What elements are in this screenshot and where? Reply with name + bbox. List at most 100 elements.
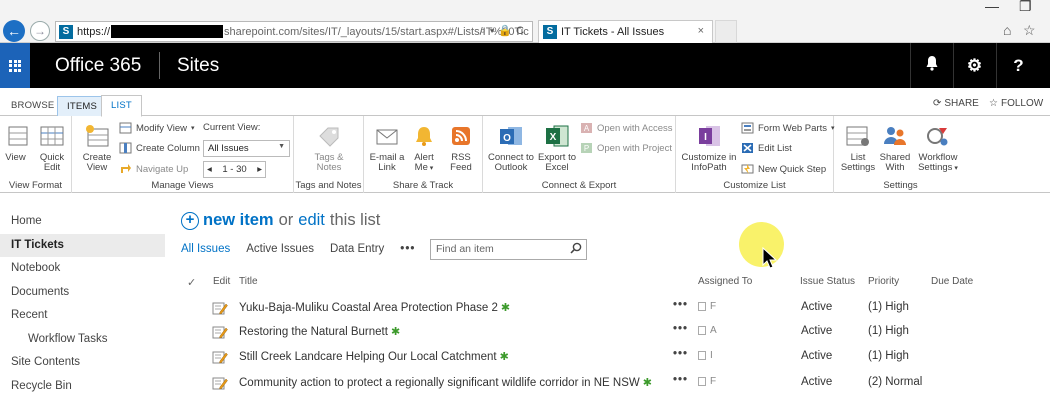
column-priority[interactable]: Priority: [868, 276, 899, 287]
edit-item-icon[interactable]: [212, 350, 228, 364]
home-icon[interactable]: ⌂: [1003, 22, 1011, 38]
column-title[interactable]: Title: [239, 276, 258, 287]
column-assigned-to[interactable]: Assigned To: [698, 276, 752, 287]
or-text: or: [278, 211, 294, 229]
open-with-project-button[interactable]: P Open with Project: [580, 142, 672, 154]
quick-edit-button[interactable]: Quick Edit: [36, 122, 68, 173]
connect-to-outlook-button[interactable]: O Connect to Outlook: [486, 122, 536, 173]
alert-me-button[interactable]: Alert Me ▾: [409, 122, 439, 174]
edit-item-icon[interactable]: [212, 376, 228, 390]
nav-item-notebook[interactable]: Notebook: [0, 257, 165, 281]
nav-item-recent[interactable]: Recent: [0, 304, 165, 328]
view-button[interactable]: View: [3, 122, 28, 163]
notification-bell-icon[interactable]: [910, 43, 952, 88]
modify-view-button[interactable]: Modify View ▾: [119, 122, 195, 134]
address-bar[interactable]: S https:// sharepoint.com/sites/IT/_layo…: [55, 21, 533, 42]
nav-item-home[interactable]: Home: [0, 210, 165, 234]
rss-feed-button[interactable]: RSS Feed: [446, 122, 476, 173]
item-title-link[interactable]: Yuku-Baja-Muliku Coastal Area Protection…: [239, 301, 510, 314]
tags-notes-label-2: Notes: [316, 162, 342, 173]
nav-item-recycle-bin[interactable]: Recycle Bin: [0, 375, 165, 395]
settings-gear-icon[interactable]: ⚙: [953, 43, 995, 88]
table-row[interactable]: Restoring the Natural Burnett ✱ ••• A Act…: [181, 322, 1041, 344]
tab-items[interactable]: ITEMS: [57, 96, 108, 116]
tags-notes-button[interactable]: Tags & Notes: [308, 122, 350, 173]
navigate-up-button[interactable]: Navigate Up: [119, 163, 188, 175]
current-view-dropdown[interactable]: All Issues ▼: [203, 140, 290, 157]
sites-link[interactable]: Sites: [177, 55, 219, 77]
assignee-presence-icon: [698, 302, 706, 311]
pager-next-icon[interactable]: ▸: [257, 164, 262, 175]
new-item-link[interactable]: new item: [203, 211, 274, 230]
table-row[interactable]: Yuku-Baja-Muliku Coastal Area Protection…: [181, 298, 1041, 320]
help-icon[interactable]: ?: [996, 43, 1040, 88]
shared-with-button[interactable]: Shared With: [879, 122, 911, 173]
list-settings-button[interactable]: List Settings: [840, 122, 876, 173]
form-web-parts-button[interactable]: Form Web Parts ▾: [741, 122, 835, 134]
column-due-date[interactable]: Due Date: [931, 276, 973, 287]
open-access-label: Open with Access: [597, 122, 673, 134]
new-item-plus-icon[interactable]: +: [181, 211, 199, 230]
forward-arrow-icon[interactable]: →: [30, 21, 50, 41]
assigned-to-value[interactable]: F: [710, 301, 716, 312]
office-365-brand[interactable]: Office 365: [55, 55, 141, 77]
navigate-up-label: Navigate Up: [136, 163, 189, 175]
find-item-search-box[interactable]: Find an item: [430, 239, 587, 260]
tab-close-icon[interactable]: ×: [698, 25, 704, 37]
table-row[interactable]: Still Creek Landcare Helping Our Local C…: [181, 347, 1041, 369]
left-navigation: Home IT Tickets Notebook Documents Recen…: [0, 210, 165, 395]
group-settings: List Settings Shared With Workflow Setti…: [834, 116, 967, 193]
item-title-link[interactable]: Community action to protect a regionally…: [239, 376, 652, 389]
view-all-issues[interactable]: All Issues: [181, 243, 230, 255]
assigned-to-value[interactable]: I: [710, 350, 713, 361]
view-pager[interactable]: ◂ 1 - 30 ▸: [203, 161, 266, 178]
item-menu-ellipsis-icon[interactable]: •••: [673, 374, 688, 386]
follow-button[interactable]: ☆ FOLLOW: [989, 98, 1043, 109]
browser-tab[interactable]: S IT Tickets - All Issues ×: [538, 20, 713, 43]
pager-prev-icon[interactable]: ◂: [207, 164, 212, 175]
assigned-to-value[interactable]: A: [710, 325, 717, 336]
open-with-access-button[interactable]: A Open with Access: [580, 122, 673, 134]
back-arrow-icon[interactable]: ←: [3, 20, 25, 42]
assigned-to-value[interactable]: F: [710, 376, 716, 387]
edit-list-link[interactable]: edit: [298, 211, 325, 230]
app-launcher-icon[interactable]: [0, 43, 30, 88]
edit-item-icon[interactable]: [212, 301, 228, 315]
nav-item-documents[interactable]: Documents: [0, 281, 165, 305]
favorites-star-icon[interactable]: ☆: [1023, 22, 1036, 39]
nav-item-workflow-tasks[interactable]: Workflow Tasks: [0, 328, 165, 352]
select-all-check-icon[interactable]: ✓: [187, 276, 196, 289]
export-to-excel-button[interactable]: X Export to Excel: [536, 122, 578, 173]
edit-list-icon: [742, 143, 753, 153]
edit-item-icon[interactable]: [212, 325, 228, 339]
edit-list-button[interactable]: Edit List: [741, 142, 792, 154]
view-data-entry[interactable]: Data Entry: [330, 243, 384, 255]
follow-star-icon: ☆: [989, 98, 998, 109]
share-button[interactable]: ⟳ SHARE: [933, 98, 979, 109]
tab-list[interactable]: LIST: [101, 95, 142, 117]
create-view-label-2: View: [86, 162, 108, 173]
view-active-issues[interactable]: Active Issues: [246, 243, 314, 255]
item-title-link[interactable]: Restoring the Natural Burnett ✱: [239, 325, 400, 338]
new-quick-step-button[interactable]: New Quick Step: [741, 163, 826, 175]
search-icon[interactable]: [570, 242, 582, 257]
new-tab-button[interactable]: [715, 20, 737, 43]
restore-icon[interactable]: ❐: [1019, 0, 1032, 15]
more-views-ellipsis-icon[interactable]: •••: [400, 243, 415, 255]
column-issue-status[interactable]: Issue Status: [800, 276, 855, 287]
tab-browse[interactable]: BROWSE: [2, 96, 63, 116]
address-bar-icons[interactable]: ⌕▾🔒C: [480, 24, 528, 38]
customize-infopath-button[interactable]: I Customize in InfoPath: [680, 122, 738, 173]
create-view-button[interactable]: Create View: [80, 122, 114, 173]
workflow-settings-button[interactable]: Workflow Settings ▾: [916, 122, 960, 174]
item-menu-ellipsis-icon[interactable]: •••: [673, 299, 688, 311]
item-menu-ellipsis-icon[interactable]: •••: [673, 323, 688, 335]
email-link-button[interactable]: E-mail a Link: [367, 122, 407, 173]
create-column-button[interactable]: Create Column: [119, 142, 200, 154]
item-title-link[interactable]: Still Creek Landcare Helping Our Local C…: [239, 350, 509, 363]
item-menu-ellipsis-icon[interactable]: •••: [673, 348, 688, 360]
table-row[interactable]: Community action to protect a regionally…: [181, 373, 1041, 395]
nav-item-it-tickets[interactable]: IT Tickets: [0, 233, 165, 257]
minimize-icon[interactable]: —: [985, 0, 999, 14]
nav-item-site-contents[interactable]: Site Contents: [0, 351, 165, 375]
